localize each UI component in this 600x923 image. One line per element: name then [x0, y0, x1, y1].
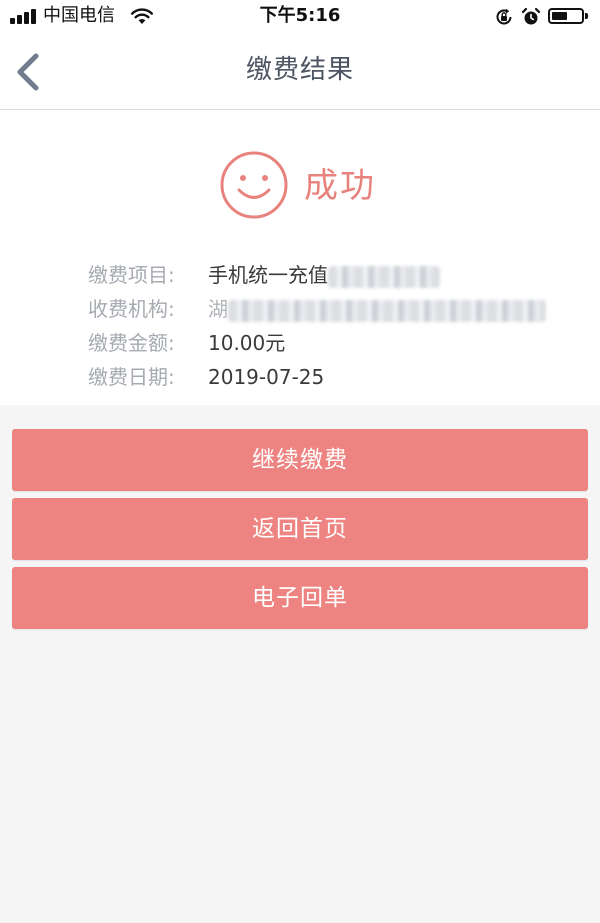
detail-value: 手机统一充值 [208, 263, 328, 287]
redacted-text [328, 265, 440, 288]
result-card: 成功 缴费项目: 手机统一充值 收费机构: 湖 缴费金额: 10.00元 缴费日期: 2… [0, 110, 600, 405]
continue-payment-button[interactable]: 继续缴费 [12, 429, 588, 491]
smile-icon [220, 151, 288, 219]
detail-label: 缴费金额: [88, 331, 175, 355]
detail-row-amount: 缴费金额: 10.00元 [88, 326, 546, 360]
detail-value: 2019-07-25 [208, 365, 325, 389]
detail-label: 缴费项目: [88, 263, 175, 287]
redacted-text [228, 299, 546, 322]
detail-label: 缴费日期: [88, 365, 175, 389]
rotation-lock-icon [496, 8, 512, 25]
detail-label: 收费机构: [88, 297, 175, 321]
screen: 中国电信 下午5:16 缴费结果 成功 缴费项目: 手机统一充值 收费机构: 湖… [0, 0, 600, 923]
return-home-button[interactable]: 返回首页 [12, 498, 588, 560]
success-status: 成功 [304, 166, 376, 206]
detail-row-item: 缴费项目: 手机统一充值 [88, 258, 546, 292]
battery-icon [548, 8, 588, 24]
alarm-icon [521, 7, 541, 25]
detail-value: 湖 [208, 297, 228, 321]
status-bar: 中国电信 下午5:16 [0, 0, 600, 34]
detail-row-date: 缴费日期: 2019-07-25 [88, 360, 546, 394]
nav-bar: 缴费结果 [0, 34, 600, 110]
detail-value: 10.00元 [208, 331, 286, 355]
electronic-receipt-button[interactable]: 电子回单 [12, 567, 588, 629]
detail-row-institution: 收费机构: 湖 [88, 292, 546, 326]
payment-details: 缴费项目: 手机统一充值 收费机构: 湖 缴费金额: 10.00元 缴费日期: 2019… [88, 258, 546, 394]
page-title: 缴费结果 [245, 55, 354, 85]
